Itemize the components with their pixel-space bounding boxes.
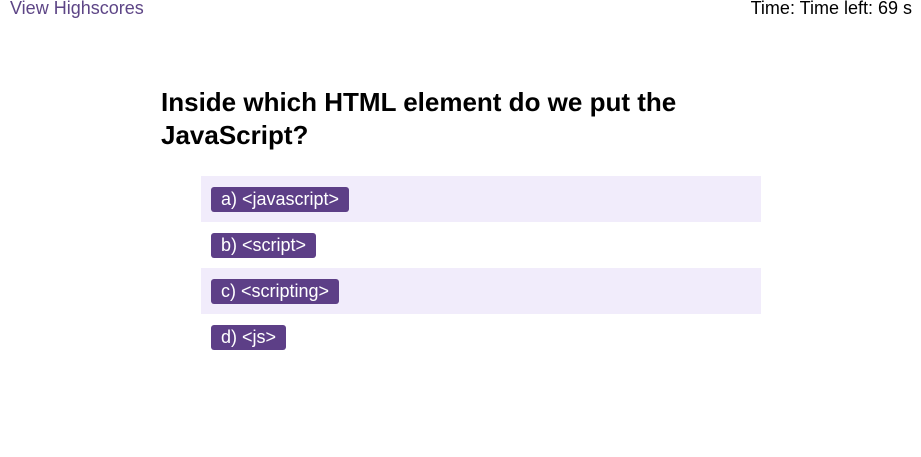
choice-row-b: b) <script>: [201, 222, 761, 268]
choice-c-button[interactable]: c) <scripting>: [211, 278, 340, 304]
view-highscores-link[interactable]: View Highscores: [10, 0, 144, 19]
choice-row-c: c) <scripting>: [201, 268, 761, 314]
timer-display: Time: Time left: 69 s: [750, 0, 912, 18]
question-title: Inside which HTML element do we put the …: [161, 87, 677, 150]
quiz-container: Inside which HTML element do we put the …: [161, 86, 761, 360]
answer-choices-list: a) <javascript> b) <script> c) <scriptin…: [201, 176, 761, 360]
choice-b-button[interactable]: b) <script>: [211, 232, 317, 258]
choice-a-button[interactable]: a) <javascript>: [211, 186, 350, 212]
top-bar: View Highscores Time: Time left: 69 s: [0, 0, 921, 20]
choice-d-button[interactable]: d) <js>: [211, 324, 287, 350]
choice-row-d: d) <js>: [201, 314, 761, 360]
choice-row-a: a) <javascript>: [201, 176, 761, 222]
